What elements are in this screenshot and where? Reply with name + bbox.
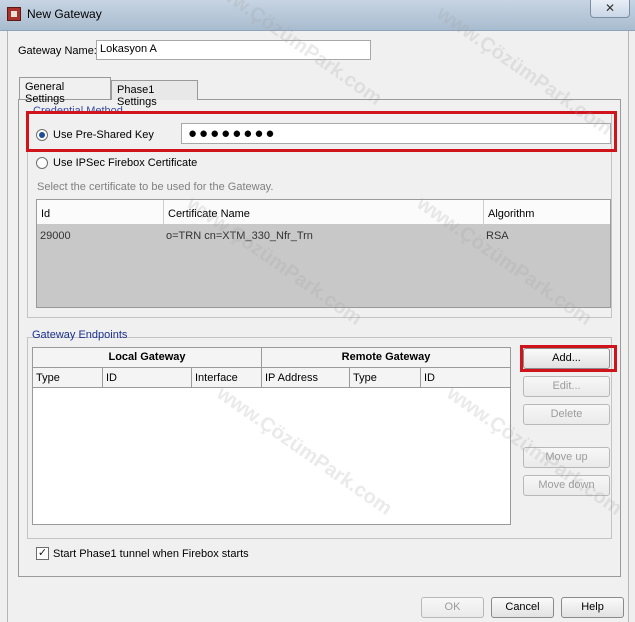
cell-algorithm: RSA	[486, 230, 509, 242]
column-header-ip-address[interactable]: IP Address	[262, 368, 350, 388]
pre-shared-key-radio[interactable]	[36, 129, 48, 141]
help-button[interactable]: Help	[561, 597, 624, 618]
tab-general-settings[interactable]: General Settings	[19, 77, 111, 105]
pre-shared-key-label: Use Pre-Shared Key	[53, 129, 154, 141]
ipsec-certificate-label: Use IPSec Firebox Certificate	[53, 157, 198, 169]
tab-phase1-settings[interactable]: Phase1 Settings	[111, 80, 198, 108]
gateway-name-label: Gateway Name:	[18, 45, 97, 57]
start-phase1-checkbox[interactable]: ✓	[36, 547, 49, 560]
local-gateway-header: Local Gateway	[33, 348, 262, 368]
ok-button[interactable]: OK	[421, 597, 484, 618]
cancel-button[interactable]: Cancel	[491, 597, 554, 618]
certificate-table: Id Certificate Name Algorithm 29000 o=TR…	[36, 199, 611, 308]
move-up-button[interactable]: Move up	[523, 447, 610, 468]
edit-button[interactable]: Edit...	[523, 376, 610, 397]
certificate-hint: Select the certificate to be used for th…	[37, 181, 274, 193]
column-header-local-id[interactable]: ID	[103, 368, 192, 388]
credential-method-title: Credential Method	[33, 105, 123, 117]
column-header-remote-type[interactable]: Type	[350, 368, 421, 388]
app-icon	[7, 7, 21, 21]
title-bar: New Gateway ✕	[0, 0, 635, 31]
gateway-name-input[interactable]: Lokasyon A	[96, 40, 371, 60]
column-header-algorithm[interactable]: Algorithm	[484, 200, 610, 225]
close-button[interactable]: ✕	[590, 0, 630, 18]
endpoints-table: Local Gateway Remote Gateway Type ID Int…	[32, 347, 511, 525]
gateway-endpoints-title: Gateway Endpoints	[32, 329, 128, 341]
ipsec-certificate-radio[interactable]	[36, 157, 48, 169]
column-header-interface[interactable]: Interface	[192, 368, 262, 388]
add-button[interactable]: Add...	[523, 348, 610, 369]
remote-gateway-header: Remote Gateway	[262, 348, 510, 368]
column-header-certificate-name[interactable]: Certificate Name	[164, 200, 484, 225]
column-header-id[interactable]: Id	[37, 200, 164, 225]
cell-id: 29000	[40, 230, 71, 242]
column-header-local-type[interactable]: Type	[33, 368, 103, 388]
start-phase1-label: Start Phase1 tunnel when Firebox starts	[53, 548, 249, 560]
table-row[interactable]: 29000 o=TRN cn=XTM_330_Nfr_Trn RSA	[37, 226, 610, 248]
delete-button[interactable]: Delete	[523, 404, 610, 425]
column-header-remote-id[interactable]: ID	[421, 368, 510, 388]
window-title: New Gateway	[27, 7, 102, 21]
cell-certificate-name: o=TRN cn=XTM_330_Nfr_Trn	[166, 230, 313, 242]
move-down-button[interactable]: Move down	[523, 475, 610, 496]
pre-shared-key-input[interactable]: ●●●●●●●●	[181, 123, 611, 144]
certificate-table-header: Id Certificate Name Algorithm	[37, 200, 610, 225]
